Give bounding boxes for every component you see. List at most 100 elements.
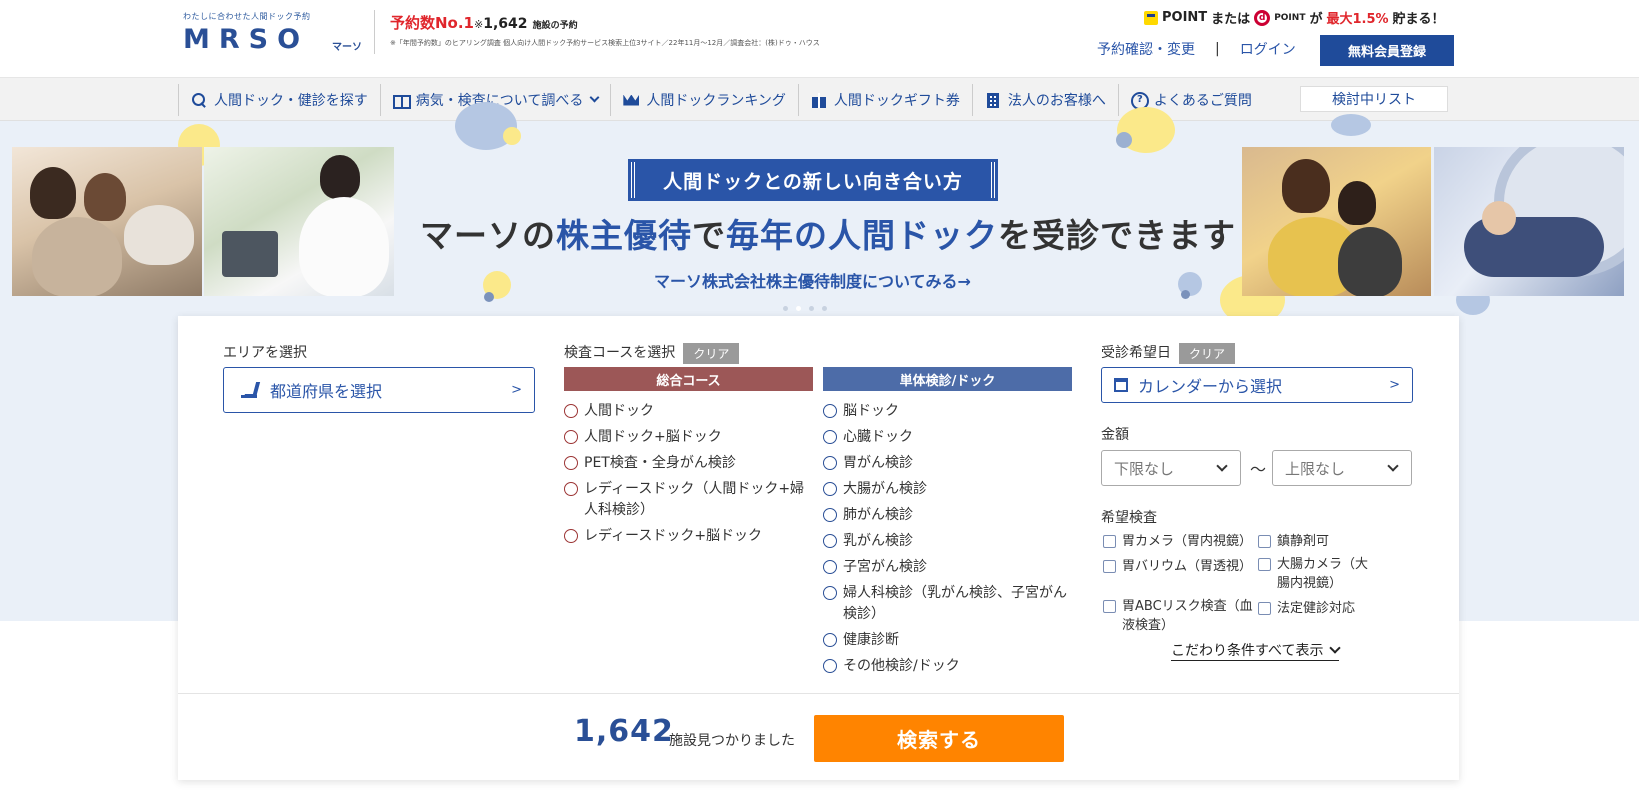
radio-general-course[interactable]: PET検査・全身がん検診 xyxy=(564,453,814,474)
site-logo[interactable]: MRSO xyxy=(183,24,309,55)
course-label: 検査コースを選択 クリア xyxy=(564,342,740,364)
headline-part: 株主優待 xyxy=(556,216,692,255)
prefecture-select[interactable]: 都道府県を選択 > xyxy=(223,367,535,413)
search-button[interactable]: 検索する xyxy=(814,715,1064,762)
chevron-right-icon: > xyxy=(511,382,522,398)
radio-general-course[interactable]: 人間ドック+脳ドック xyxy=(564,427,814,448)
radio-button[interactable] xyxy=(823,633,837,647)
nav-label: 人間ドックギフト券 xyxy=(833,92,960,109)
date-clear-button[interactable]: クリア xyxy=(1179,342,1236,364)
checkbox[interactable] xyxy=(1258,602,1271,615)
course-clear-button[interactable]: クリア xyxy=(683,342,740,364)
show-all-conditions-link[interactable]: こだわり条件すべて表示 xyxy=(1171,640,1342,661)
exam-checkbox[interactable]: 胃バリウム（胃透視） xyxy=(1103,557,1253,576)
radio-button[interactable] xyxy=(564,529,578,543)
radio-single-course[interactable]: 健康診断 xyxy=(823,630,1073,651)
single-course-header: 単体検診/ドック xyxy=(823,367,1072,391)
points-text-3: POINT xyxy=(1274,12,1306,23)
points-highlight: 最大1.5% xyxy=(1326,12,1389,27)
banner-tagline: 人間ドックとの新しい向き合い方 xyxy=(628,159,998,201)
radio-button[interactable] xyxy=(823,430,837,444)
price-min-select[interactable]: 下限なし xyxy=(1101,450,1241,486)
login-link[interactable]: ログイン xyxy=(1240,39,1296,59)
radio-button[interactable] xyxy=(823,456,837,470)
points-text-4: が xyxy=(1309,12,1323,27)
radio-label: 人間ドック+脳ドック xyxy=(584,429,722,445)
radio-button[interactable] xyxy=(823,508,837,522)
price-max-value: 上限なし xyxy=(1285,459,1346,478)
radio-general-course[interactable]: レディースドック+脳ドック xyxy=(564,526,814,547)
register-button[interactable]: 無料会員登録 xyxy=(1320,35,1454,66)
radio-label: 脳ドック xyxy=(843,403,899,419)
radio-button[interactable] xyxy=(823,659,837,673)
exam-checkbox[interactable]: 胃ABCリスク検査（血液検査） xyxy=(1103,597,1253,635)
radio-general-course[interactable]: 人間ドック xyxy=(564,401,814,422)
exam-checkbox[interactable]: 胃カメラ（胃内視鏡） xyxy=(1103,532,1253,551)
carousel-dot[interactable] xyxy=(809,306,814,311)
nav-item-corporate[interactable]: 法人のお客様へ xyxy=(971,83,1118,116)
calendar-select-label: カレンダーから選択 xyxy=(1138,377,1283,396)
logo-tagline: わたしに合わせた人間ドック予約 xyxy=(183,12,311,21)
decor-circle xyxy=(503,127,521,145)
radio-button[interactable] xyxy=(564,430,578,444)
radio-general-course[interactable]: レディースドック（人間ドック+婦人科検診） xyxy=(564,479,814,521)
checkbox-label: 鎮静剤可 xyxy=(1277,534,1330,549)
exam-checkbox[interactable]: 法定健診対応 xyxy=(1258,599,1408,618)
radio-button[interactable] xyxy=(823,586,837,600)
result-count: 1,642 xyxy=(574,714,674,749)
wishlist-button[interactable]: 検討中リスト xyxy=(1300,86,1448,112)
carousel-dot[interactable] xyxy=(783,306,788,311)
radio-button[interactable] xyxy=(823,404,837,418)
count-number: 1,642 xyxy=(483,16,528,32)
nav-item-ranking[interactable]: 人間ドックランキング xyxy=(610,83,798,116)
book-icon xyxy=(392,92,411,109)
nav-label: 人間ドックランキング xyxy=(646,92,786,109)
area-label: エリアを選択 xyxy=(223,345,307,361)
checkbox[interactable] xyxy=(1258,558,1271,571)
radio-button[interactable] xyxy=(564,456,578,470)
checkbox-label: 法定健診対応 xyxy=(1277,601,1356,616)
price-max-select[interactable]: 上限なし xyxy=(1272,450,1412,486)
radio-button[interactable] xyxy=(564,482,578,496)
points-text-1: POINT xyxy=(1162,10,1208,25)
exam-checkbox[interactable]: 鎮静剤可 xyxy=(1258,532,1408,551)
banner-photo-doctor xyxy=(204,147,394,296)
banner-photo-mother-child xyxy=(1242,147,1431,296)
radio-single-course[interactable]: 乳がん検診 xyxy=(823,531,1073,552)
radio-single-course[interactable]: 婦人科検診（乳がん検診、子宮がん検診） xyxy=(823,583,1073,625)
radio-single-course[interactable]: 胃がん検診 xyxy=(823,453,1073,474)
banner-shareholder-link[interactable]: マーソ株式会社株主優待制度についてみる→ xyxy=(620,268,1005,292)
result-text: 施設見つかりました xyxy=(669,733,795,749)
radio-single-course[interactable]: 肺がん検診 xyxy=(823,505,1073,526)
banner-headline: マーソの株主優待で毎年の人間ドックを受診できます xyxy=(420,209,1235,257)
site-header: わたしに合わせた人間ドック予約 MRSO マーソ 予約数No.1※1,642 施… xyxy=(0,0,1639,78)
radio-button[interactable] xyxy=(564,404,578,418)
radio-label: 肺がん検診 xyxy=(843,507,913,523)
radio-button[interactable] xyxy=(823,534,837,548)
radio-label: 子宮がん検診 xyxy=(843,559,927,575)
reservation-check-link[interactable]: 予約確認・変更 xyxy=(1097,39,1195,59)
checkbox[interactable] xyxy=(1103,560,1116,573)
checkbox[interactable] xyxy=(1258,535,1271,548)
radio-single-course[interactable]: 子宮がん検診 xyxy=(823,557,1073,578)
radio-button[interactable] xyxy=(823,560,837,574)
carousel-dot[interactable] xyxy=(796,306,801,311)
checkbox-label: 胃カメラ（胃内視鏡） xyxy=(1122,534,1253,549)
exam-checkbox[interactable]: 大腸カメラ（大腸内視鏡） xyxy=(1258,555,1373,593)
link-separator: | xyxy=(1215,41,1220,57)
banner-photo-family xyxy=(12,147,202,296)
radio-single-course[interactable]: 心臓ドック xyxy=(823,427,1073,448)
radio-single-course[interactable]: 大腸がん検診 xyxy=(823,479,1073,500)
radio-single-course[interactable]: 脳ドック xyxy=(823,401,1073,422)
nav-item-search[interactable]: 人間ドック・健診を探す xyxy=(178,83,380,116)
count-highlight: 予約数No.1 xyxy=(390,14,474,32)
checkbox[interactable] xyxy=(1103,535,1116,548)
radio-label: レディースドック+脳ドック xyxy=(584,528,763,544)
exam-label: 希望検査 xyxy=(1101,510,1157,526)
radio-single-course[interactable]: その他検診/ドック xyxy=(823,656,1073,677)
carousel-dot[interactable] xyxy=(822,306,827,311)
radio-button[interactable] xyxy=(823,482,837,496)
calendar-select[interactable]: カレンダーから選択 > xyxy=(1101,367,1413,403)
checkbox[interactable] xyxy=(1103,600,1116,613)
nav-item-gift[interactable]: 人間ドックギフト券 xyxy=(797,83,972,116)
